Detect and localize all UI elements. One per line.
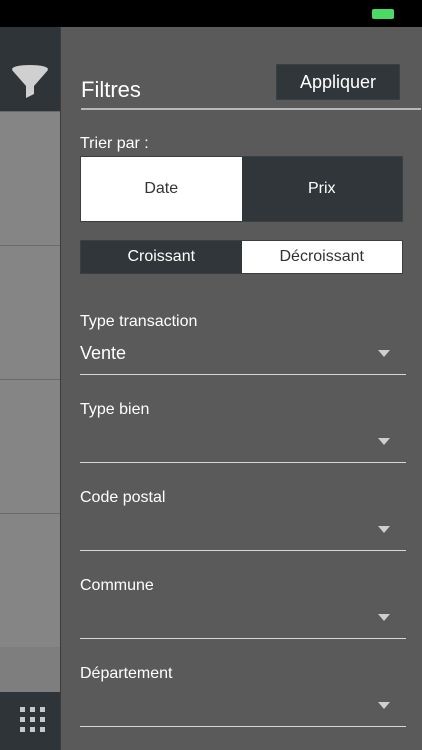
chevron-down-icon (378, 702, 390, 709)
grid-button[interactable] (0, 692, 60, 750)
department-select[interactable]: Département (80, 665, 406, 729)
chevron-down-icon (378, 350, 390, 357)
sort-order-descending[interactable]: Décroissant (241, 241, 402, 273)
sort-option-price[interactable]: Prix (241, 157, 402, 221)
field-label: Type bien (80, 401, 150, 418)
list-item[interactable] (0, 379, 60, 513)
panel-title: Filtres (81, 77, 141, 102)
municipality-select[interactable]: Commune (80, 577, 406, 641)
property-type-select[interactable]: Type bien (80, 401, 406, 465)
list-item[interactable] (0, 111, 60, 245)
field-underline (80, 726, 406, 727)
field-underline (80, 462, 406, 463)
sort-label: Trier par : (80, 135, 149, 152)
sort-option-date[interactable]: Date (81, 157, 242, 221)
field-value: Vente (80, 343, 127, 363)
status-bar (0, 0, 422, 27)
field-underline (80, 550, 406, 551)
field-label: Commune (80, 577, 154, 594)
sort-order-ascending[interactable]: Croissant (81, 241, 242, 273)
field-label: Type transaction (80, 313, 198, 330)
filter-panel: Filtres Appliquer Trier par : Date Prix … (60, 27, 422, 750)
side-strip (0, 27, 60, 750)
chevron-down-icon (378, 526, 390, 533)
sort-order-segmented: Croissant Décroissant (80, 240, 403, 274)
field-underline (80, 374, 406, 375)
title-divider (81, 108, 421, 110)
filter-icon (12, 65, 48, 98)
sort-field-segmented: Date Prix (80, 156, 403, 222)
transaction-type-select[interactable]: Type transaction Vente (80, 313, 406, 377)
apply-button[interactable]: Appliquer (276, 64, 400, 100)
list-item[interactable] (0, 513, 60, 647)
grid-icon (20, 707, 45, 732)
postal-code-select[interactable]: Code postal (80, 489, 406, 553)
list-item[interactable] (0, 245, 60, 379)
battery-icon (372, 9, 394, 19)
field-label: Département (80, 665, 173, 682)
field-label: Code postal (80, 489, 166, 506)
field-underline (80, 638, 406, 639)
filter-toggle[interactable] (0, 27, 60, 111)
chevron-down-icon (378, 438, 390, 445)
chevron-down-icon (378, 614, 390, 621)
